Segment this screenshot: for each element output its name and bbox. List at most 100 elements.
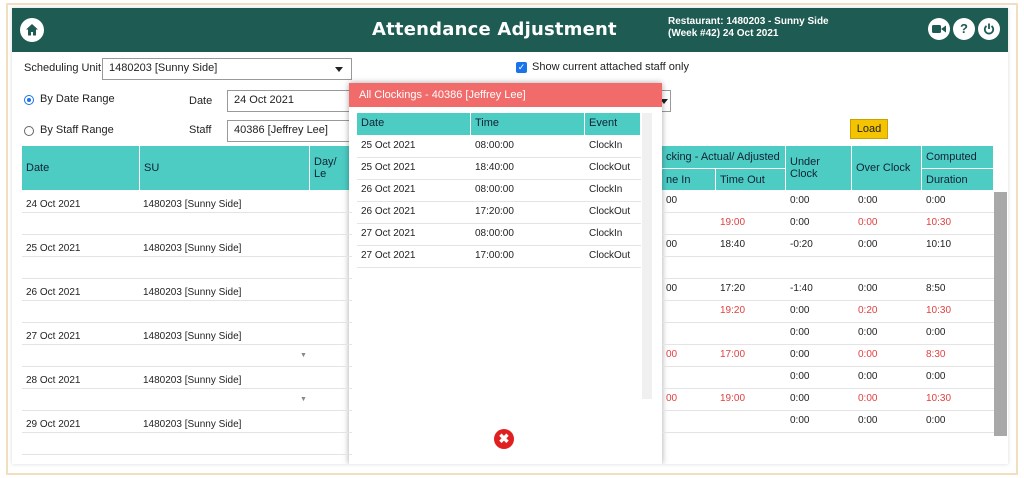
help-button[interactable]: ? [953,18,975,40]
row-date: 25 Oct 2021 [26,243,81,254]
row-separator [22,366,352,367]
staff-label: Staff [189,124,212,136]
popup-row-time: 18:40:00 [475,162,514,173]
row-separator [22,278,352,279]
staff-select[interactable]: 40386 [Jeffrey Lee] [227,120,352,142]
row-duration: 8:30 [926,349,946,360]
popup-scrollbar[interactable] [642,113,652,399]
popup-row-event: ClockOut [589,206,631,217]
row-over-clock: 0:00 [858,239,878,250]
by-date-range-label: By Date Range [40,93,115,105]
row-time-out: 17:00 [720,349,746,360]
col-su: SU [140,146,310,190]
row-separator [662,234,994,235]
row-time-out: 19:20 [720,305,746,316]
popup-row-date: 26 Oct 2021 [361,184,416,195]
show-current-label: Show current attached staff only [532,61,689,73]
grid-scrollbar[interactable] [994,192,1007,436]
row-separator [662,344,994,345]
row-separator [662,300,994,301]
row-time-in: 00 [666,195,678,206]
scheduling-unit-select[interactable]: 1480203 [Sunny Side] [102,58,352,80]
row-su: 1480203 [Sunny Side] [143,375,242,386]
row-under-clock: 0:00 [790,327,810,338]
staff-value: 40386 [Jeffrey Lee] [234,124,328,136]
week-line: (Week #42) 24 Oct 2021 [668,28,779,39]
col-clocking: cking - Actual/ Adjusted [662,146,786,168]
date-input[interactable]: 24 Oct 2021 [227,90,352,112]
show-current-checkbox[interactable]: ✓ [516,62,527,73]
row-under-clock: 0:00 [790,305,810,316]
row-under-clock: 0:00 [790,393,810,404]
popup-row-separator [357,157,641,158]
power-button[interactable] [978,18,1000,40]
row-duration: 8:50 [926,283,946,294]
popup-row-event: ClockIn [589,184,623,195]
clockings-popup: All Clockings - 40386 [Jeffrey Lee] Date… [349,83,662,464]
row-time-in: 00 [666,349,678,360]
home-button[interactable] [20,18,44,42]
row-under-clock: 0:00 [790,195,810,206]
popup-row-date: 25 Oct 2021 [361,140,416,151]
row-over-clock: 0:00 [858,283,878,294]
popup-row-separator [357,267,641,268]
row-date: 27 Oct 2021 [26,331,81,342]
close-button[interactable]: ✖ [494,429,514,449]
video-button[interactable] [928,18,950,40]
popup-row-time: 17:20:00 [475,206,514,217]
popup-col-date: Date [357,113,471,135]
popup-col-time: Time [471,113,585,135]
home-icon [26,24,38,36]
popup-row-time: 08:00:00 [475,140,514,151]
popup-row-event: ClockOut [589,250,631,261]
row-separator [662,366,994,367]
row-time-in: 00 [666,393,678,404]
chevron-down-icon[interactable]: ▼ [300,396,307,403]
row-separator [22,322,352,323]
row-over-clock: 0:00 [858,195,878,206]
row-duration: 10:30 [926,305,952,316]
row-time-out: 17:20 [720,283,746,294]
row-duration: 0:00 [926,327,946,338]
video-icon [932,25,946,33]
row-separator [662,256,994,257]
load-button[interactable]: Load [850,119,888,139]
date-label: Date [189,95,213,107]
row-su: 1480203 [Sunny Side] [143,419,242,430]
chevron-down-icon[interactable]: ▼ [300,352,307,359]
popup-row-separator [357,223,641,224]
by-staff-range-radio[interactable] [24,126,34,136]
row-under-clock: -0:20 [790,239,813,250]
row-separator [662,212,994,213]
row-date: 29 Oct 2021 [26,419,81,430]
row-separator [662,410,994,411]
row-duration: 0:00 [926,371,946,382]
close-icon: ✖ [498,431,510,446]
row-over-clock: 0:00 [858,217,878,228]
row-time-out: 19:00 [720,393,746,404]
row-separator [22,256,352,257]
row-su: 1480203 [Sunny Side] [143,287,242,298]
row-separator [22,410,352,411]
by-date-range-radio[interactable] [24,95,34,105]
row-over-clock: 0:20 [858,305,878,316]
row-separator [662,432,994,433]
row-over-clock: 0:00 [858,393,878,404]
popup-col-event: Event [585,113,641,135]
row-under-clock: 0:00 [790,415,810,426]
popup-row-event: ClockIn [589,228,623,239]
row-time-out: 18:40 [720,239,746,250]
restaurant-line: Restaurant: 1480203 - Sunny Side [668,16,829,27]
row-separator [22,454,352,455]
date-value: 24 Oct 2021 [234,94,294,106]
row-time-out: 19:00 [720,217,746,228]
row-duration: 10:30 [926,393,952,404]
popup-row-separator [357,201,641,202]
row-time-in: 00 [666,283,678,294]
row-duration: 10:10 [926,239,952,250]
scheduling-unit-value: 1480203 [Sunny Side] [109,62,218,74]
popup-row-date: 26 Oct 2021 [361,206,416,217]
row-separator [662,278,994,279]
col-time-in: ne In [662,168,716,190]
col-over-clock: Over Clock [852,146,922,190]
